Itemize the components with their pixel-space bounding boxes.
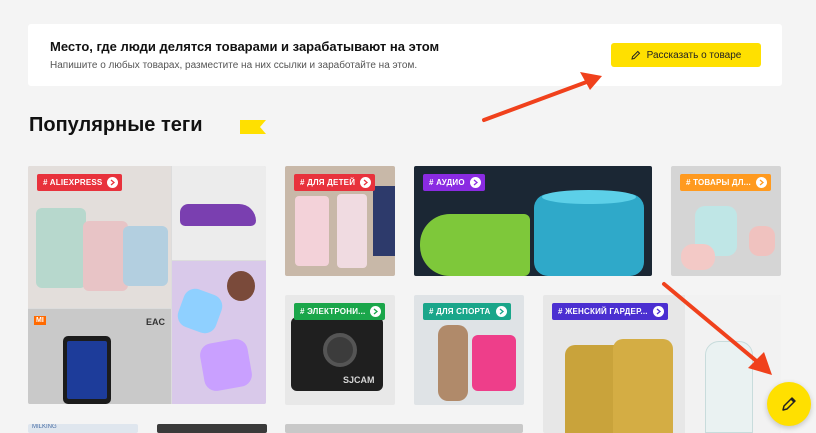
tag-audio[interactable]: # АУДИО	[423, 174, 485, 191]
annotation-arrow-bottom	[662, 282, 772, 375]
chevron-right-icon	[360, 177, 372, 188]
tag-label: # ДЛЯ ДЕТЕЙ	[300, 178, 356, 187]
create-post-fab[interactable]	[767, 382, 811, 426]
annotation-arrow-top	[482, 72, 602, 122]
tag-womens-wardrobe[interactable]: # ЖЕНСКИЙ ГАРДЕР...	[552, 303, 668, 320]
tag-label: # ДЛЯ СПОРТА	[429, 307, 491, 316]
pencil-icon	[782, 397, 796, 411]
camera-brand: SJCAM	[343, 375, 375, 385]
pencil-icon	[630, 50, 640, 60]
tag-card-partial-2[interactable]	[157, 424, 267, 433]
tag-card-aliexpress[interactable]: MI EAC # ALIEXPRESS	[28, 166, 266, 404]
eac-mark: EAC	[145, 317, 165, 327]
tag-card-partial-1[interactable]: MILKING	[28, 424, 138, 433]
tag-electronics[interactable]: # ЭЛЕКТРОНИ...	[294, 303, 386, 320]
chevron-right-icon	[370, 306, 382, 317]
tag-card-home-goods[interactable]: # ТОВАРЫ ДЛ...	[671, 166, 781, 276]
tell-about-product-button[interactable]: Рассказать о товаре	[611, 43, 761, 67]
tag-label: # ТОВАРЫ ДЛ...	[686, 178, 751, 187]
tag-label: # ЭЛЕКТРОНИ...	[300, 307, 366, 316]
tag-card-audio[interactable]: # АУДИО	[414, 166, 652, 276]
popular-tags-title: Популярные теги	[29, 114, 203, 136]
tag-label: # ALIEXPRESS	[43, 178, 103, 187]
chevron-right-icon	[755, 177, 767, 188]
mi-logo: MI	[34, 316, 46, 325]
product-image-sneaker	[172, 166, 266, 260]
tag-card-sport[interactable]: # ДЛЯ СПОРТА	[414, 295, 524, 405]
chevron-right-icon	[495, 306, 507, 317]
tag-card-electronics[interactable]: SJCAM # ЭЛЕКТРОНИ...	[285, 295, 395, 405]
tag-for-kids[interactable]: # ДЛЯ ДЕТЕЙ	[294, 174, 376, 191]
banner-title: Место, где люди делятся товарами и зараб…	[50, 39, 440, 54]
tag-card-for-kids[interactable]: # ДЛЯ ДЕТЕЙ	[285, 166, 395, 276]
yellow-flag-icon	[240, 120, 266, 134]
tag-aliexpress[interactable]: # ALIEXPRESS	[37, 174, 123, 191]
info-banner: Место, где люди делятся товарами и зараб…	[28, 24, 782, 86]
banner-subtitle: Напишите о любых товарах, разместите на …	[50, 60, 418, 71]
partial-card-text: MILKING	[32, 424, 57, 430]
chevron-right-icon	[469, 177, 481, 188]
tag-sport[interactable]: # ДЛЯ СПОРТА	[423, 303, 511, 320]
tag-home-goods[interactable]: # ТОВАРЫ ДЛ...	[680, 174, 771, 191]
tag-label: # ЖЕНСКИЙ ГАРДЕР...	[558, 307, 648, 316]
chevron-right-icon	[107, 177, 119, 188]
product-image-phone: MI EAC	[28, 309, 171, 404]
product-image-star-pillow	[172, 261, 266, 404]
tag-card-partial-3[interactable]	[285, 424, 523, 433]
tell-about-product-label: Рассказать о товаре	[646, 49, 742, 61]
tag-label: # АУДИО	[429, 178, 465, 187]
